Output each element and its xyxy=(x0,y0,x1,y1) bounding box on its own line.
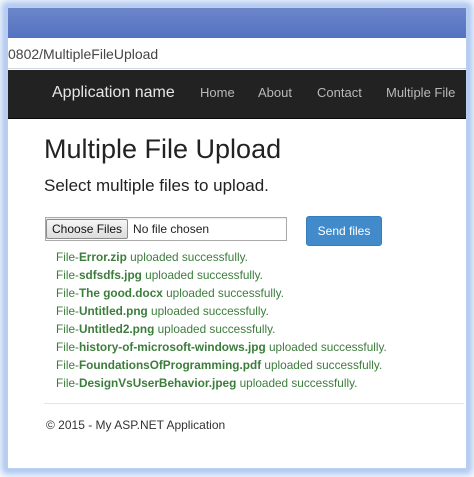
result-file-name: FoundationsOfProgramming.pdf xyxy=(78,358,262,372)
send-files-button[interactable]: Send files xyxy=(306,216,382,246)
footer-text: © 2015 - My ASP.NET Application xyxy=(46,418,226,432)
result-file-name: DesignVsUserBehavior.jpeg xyxy=(78,376,237,390)
result-suffix: uploaded successfully. xyxy=(147,304,269,318)
url-text[interactable]: 0802/MultipleFileUpload xyxy=(8,46,158,62)
result-prefix: File- xyxy=(56,268,79,282)
page-title: Multiple File Upload xyxy=(44,134,282,164)
result-file-name: sdfsdfs.jpg xyxy=(78,268,142,282)
result-prefix: File- xyxy=(56,250,79,264)
upload-result-item: File-Untitled2.png uploaded successfully… xyxy=(56,320,387,338)
upload-result-item: File-Untitled.png uploaded successfully. xyxy=(56,302,387,320)
result-suffix: uploaded successfully. xyxy=(265,340,387,354)
upload-result-item: File-FoundationsOfProgramming.pdf upload… xyxy=(56,356,387,374)
result-file-name: The good.docx xyxy=(78,286,163,300)
result-prefix: File- xyxy=(56,376,79,390)
result-prefix: File- xyxy=(56,304,79,318)
nav-link-multiple-file[interactable]: Multiple File xyxy=(386,85,455,100)
result-suffix: uploaded successfully. xyxy=(154,322,276,336)
upload-result-item: File-history-of-microsoft-windows.jpg up… xyxy=(56,338,387,356)
result-prefix: File- xyxy=(56,358,79,372)
result-suffix: uploaded successfully. xyxy=(141,268,263,282)
browser-window: 0802/MultipleFileUpload Application name… xyxy=(6,6,468,470)
result-prefix: File- xyxy=(56,322,79,336)
result-suffix: uploaded successfully. xyxy=(126,250,248,264)
choose-files-button[interactable]: Choose Files xyxy=(46,219,129,239)
file-input[interactable]: Choose Files No file chosen xyxy=(45,217,287,241)
nav-link-home[interactable]: Home xyxy=(200,85,235,100)
upload-result-item: File-DesignVsUserBehavior.jpeg uploaded … xyxy=(56,374,387,392)
result-prefix: File- xyxy=(56,340,79,354)
footer-divider xyxy=(44,403,464,404)
result-file-name: Untitled.png xyxy=(78,304,148,318)
nav-link-about[interactable]: About xyxy=(258,85,292,100)
browser-titlebar xyxy=(8,8,466,38)
navbar-brand[interactable]: Application name xyxy=(52,84,175,102)
upload-result-item: File-sdfsdfs.jpg uploaded successfully. xyxy=(56,266,387,284)
navbar: Application name Home About Contact Mult… xyxy=(8,70,466,119)
nav-link-contact[interactable]: Contact xyxy=(317,85,362,100)
result-suffix: uploaded successfully. xyxy=(236,376,358,390)
result-file-name: history-of-microsoft-windows.jpg xyxy=(78,340,266,354)
result-file-name: Untitled2.png xyxy=(78,322,155,336)
result-file-name: Error.zip xyxy=(78,250,127,264)
result-prefix: File- xyxy=(56,286,79,300)
result-suffix: uploaded successfully. xyxy=(162,286,284,300)
result-suffix: uploaded successfully. xyxy=(261,358,383,372)
page-subtitle: Select multiple files to upload. xyxy=(44,176,269,195)
file-status-text: No file chosen xyxy=(133,222,210,236)
upload-result-item: File-The good.docx uploaded successfully… xyxy=(56,284,387,302)
upload-result-item: File-Error.zip uploaded successfully. xyxy=(56,248,387,266)
upload-results-list: File-Error.zip uploaded successfully. Fil… xyxy=(56,248,387,392)
address-bar[interactable]: 0802/MultipleFileUpload xyxy=(8,38,466,69)
